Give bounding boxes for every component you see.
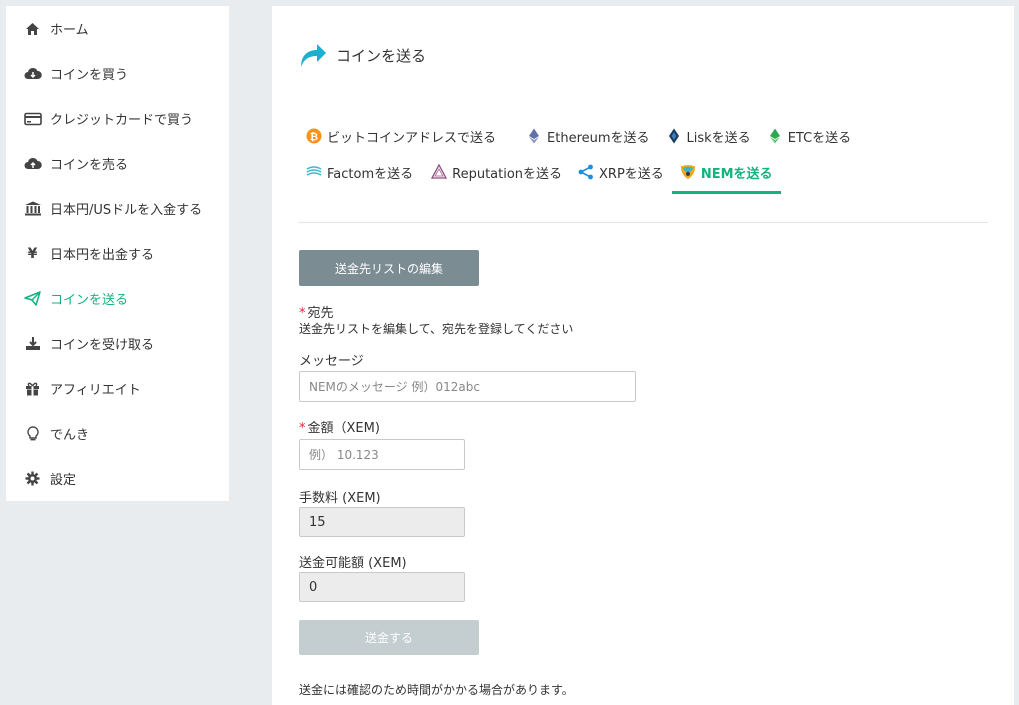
coin-tabs: ₿ ビットコインアドレスで送る Ethereumを送る Liskを送る ETCを…	[298, 118, 988, 194]
available-amount-label: 送金可能額 (XEM)	[299, 556, 407, 571]
etc-icon	[767, 128, 783, 144]
sidebar-item-label: アフィリエイト	[50, 383, 141, 398]
sidebar-item-label: 日本円/USドルを入金する	[50, 203, 203, 218]
tab-factom[interactable]: Factomを送る	[298, 154, 421, 190]
tab-xrp[interactable]: XRPを送る	[570, 154, 672, 190]
yen-icon: ¥	[27, 245, 38, 262]
tab-label: NEMを送る	[700, 166, 773, 182]
page-title: コインを送る	[336, 46, 427, 65]
tab-etc[interactable]: ETCを送る	[759, 118, 859, 154]
send-button[interactable]: 送金する	[299, 620, 479, 655]
sidebar-item-denki[interactable]: でんき	[6, 411, 229, 456]
amount-label-text: 金額（XEM)	[307, 421, 380, 436]
fee-label: 手数料 (XEM)	[299, 491, 381, 506]
share-arrow-icon	[298, 41, 328, 69]
cloud-upload-icon	[23, 156, 42, 172]
confirmation-note: 送金には確認のため時間がかかる場合があります。	[299, 683, 574, 697]
bitcoin-icon: ₿	[306, 128, 322, 144]
tab-label: Reputationを送る	[452, 166, 563, 182]
sidebar-item-label: コインを売る	[50, 158, 129, 173]
sidebar-item-send-coin[interactable]: コインを送る	[6, 276, 229, 321]
tab-nem[interactable]: NEMを送る	[671, 154, 781, 194]
sidebar-item-label: でんき	[50, 428, 90, 443]
sidebar-item-home[interactable]: ホーム	[6, 6, 229, 51]
sidebar-item-buy-coin[interactable]: コインを買う	[6, 51, 229, 96]
sidebar-item-settings[interactable]: 設定	[6, 456, 229, 501]
sidebar-item-label: コインを送る	[50, 293, 129, 308]
edit-recipient-list-button[interactable]: 送金先リストの編集	[299, 250, 479, 286]
tab-label: XRPを送る	[599, 166, 664, 182]
factom-icon	[306, 164, 322, 180]
sidebar-item-label: コインを買う	[50, 68, 129, 83]
sidebar-item-receive-coin[interactable]: コインを受け取る	[6, 321, 229, 366]
ethereum-icon	[526, 128, 542, 144]
sidebar-item-credit-card[interactable]: クレジットカードで買う	[6, 96, 229, 141]
credit-card-icon	[23, 111, 42, 127]
destination-help-text: 送金先リストを編集して、宛先を登録してください	[299, 322, 574, 336]
sidebar: ホーム コインを買う クレジットカードで買う コインを売る 日本円/USドルを入…	[6, 6, 229, 501]
sidebar-item-sell-coin[interactable]: コインを売る	[6, 141, 229, 186]
download-tray-icon	[23, 336, 42, 352]
tab-reputation[interactable]: Reputationを送る	[423, 154, 570, 190]
sidebar-item-affiliate[interactable]: アフィリエイト	[6, 366, 229, 411]
amount-input[interactable]	[299, 439, 465, 470]
sidebar-item-deposit[interactable]: 日本円/USドルを入金する	[6, 186, 229, 231]
svg-text:₿: ₿	[310, 131, 318, 143]
divider	[298, 222, 988, 223]
sidebar-item-label: 設定	[50, 473, 77, 488]
tab-label: ビットコインアドレスで送る	[327, 130, 497, 146]
gift-icon	[23, 381, 42, 397]
amount-label: * 金額（XEM)	[299, 417, 380, 436]
sidebar-item-label: ホーム	[50, 23, 89, 38]
sidebar-item-withdraw[interactable]: ¥ 日本円を出金する	[6, 231, 229, 276]
message-label: メッセージ	[299, 354, 364, 369]
destination-label: * 宛先	[299, 302, 334, 321]
required-mark: *	[299, 421, 306, 436]
home-icon	[23, 21, 42, 37]
sidebar-item-label: クレジットカードで買う	[50, 113, 194, 128]
tab-row: ₿ ビットコインアドレスで送る Ethereumを送る Liskを送る ETCを…	[298, 118, 988, 154]
bank-icon	[23, 201, 42, 217]
cloud-download-icon	[23, 66, 42, 82]
reputation-icon	[431, 164, 448, 180]
tab-label: Liskを送る	[686, 130, 751, 146]
tab-label: Ethereumを送る	[547, 130, 650, 146]
sidebar-item-label: コインを受け取る	[50, 338, 155, 353]
tab-label: Factomを送る	[327, 166, 414, 182]
lisk-icon	[666, 128, 682, 144]
sidebar-item-label: 日本円を出金する	[50, 248, 155, 263]
fee-field	[299, 507, 465, 537]
tab-bitcoin[interactable]: ₿ ビットコインアドレスで送る	[298, 118, 504, 154]
destination-label-text: 宛先	[307, 306, 334, 321]
xrp-icon	[578, 164, 594, 180]
gear-icon	[23, 471, 42, 487]
required-mark: *	[299, 306, 306, 321]
lightbulb-icon	[23, 425, 42, 442]
main-panel: コインを送る ₿ ビットコインアドレスで送る Ethereumを送る Liskを…	[272, 6, 1014, 705]
paper-plane-icon	[23, 291, 42, 307]
tab-label: ETCを送る	[787, 130, 852, 146]
page-header: コインを送る	[298, 41, 426, 69]
tab-lisk[interactable]: Liskを送る	[658, 118, 759, 154]
tab-row: Factomを送る Reputationを送る XRPを送る NEMを送る	[298, 154, 988, 194]
tab-ethereum[interactable]: Ethereumを送る	[518, 118, 658, 154]
available-amount-field	[299, 572, 465, 602]
nem-icon	[680, 164, 696, 180]
message-input[interactable]	[299, 371, 636, 402]
